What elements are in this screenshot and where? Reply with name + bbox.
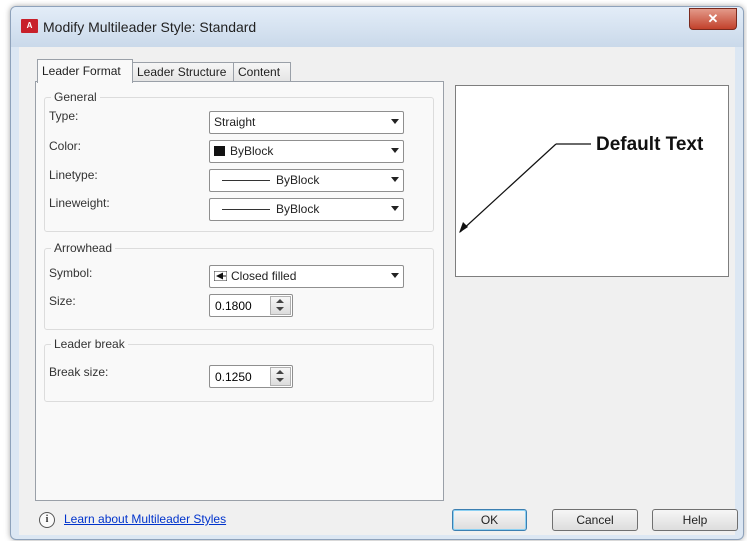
preview-default-text: Default Text [596,134,704,155]
size-label: Size: [49,294,76,308]
lineweight-value: ByBlock [276,202,320,216]
break-size-spinner-buttons[interactable] [270,367,291,386]
type-value: Straight [214,115,256,129]
tab-leader-structure[interactable]: Leader Structure [132,62,234,82]
chevron-down-icon [391,206,399,211]
title-bar[interactable]: A Modify Multileader Style: Standard ✕ [11,7,743,47]
spinner-down-icon[interactable] [276,378,284,382]
close-button[interactable]: ✕ [689,8,737,30]
tab-leader-format[interactable]: Leader Format [37,59,133,83]
type-label: Type: [49,109,79,123]
general-group-title: General [51,90,100,104]
linetype-label: Linetype: [49,168,98,182]
size-input[interactable] [213,297,269,314]
leader-format-panel: General Type: Straight Color: ByBlock Li… [35,81,444,501]
symbol-label: Symbol: [49,266,93,280]
general-group: General Type: Straight Color: ByBlock Li… [44,90,434,232]
arrowhead-group-title: Arrowhead [51,241,116,255]
size-spinner-buttons[interactable] [270,296,291,315]
leader-break-group-title: Leader break [51,337,128,351]
ok-button[interactable]: OK [452,509,527,531]
spinner-down-icon[interactable] [276,307,284,311]
leader-break-group: Leader break Break size: [44,337,434,402]
chevron-down-icon [391,273,399,278]
spinner-up-icon[interactable] [276,299,284,303]
learn-about-link[interactable]: Learn about Multileader Styles [64,512,226,526]
arrowhead-group: Arrowhead Symbol: Closed filled Size: [44,241,434,330]
break-size-input[interactable] [213,368,269,385]
tab-content[interactable]: Content [233,62,291,82]
line-sample-icon [222,209,270,210]
spinner-up-icon[interactable] [276,370,284,374]
size-spinner[interactable] [209,294,293,317]
preview-pane: Default Text [455,85,729,277]
break-size-spinner[interactable] [209,365,293,388]
color-label: Color: [49,139,82,153]
type-dropdown[interactable]: Straight [209,111,404,134]
color-value: ByBlock [230,144,274,158]
color-swatch-icon [214,146,225,156]
cancel-button[interactable]: Cancel [552,509,638,531]
dialog-body: Leader Format Leader Structure Content G… [19,47,738,535]
dialog-window: A Modify Multileader Style: Standard ✕ L… [10,6,744,540]
leader-arrowhead-icon [459,222,468,233]
leader-preview-drawing [459,143,591,233]
chevron-down-icon [391,148,399,153]
chevron-down-icon [391,177,399,182]
color-dropdown[interactable]: ByBlock [209,140,404,163]
dialog-title: Modify Multileader Style: Standard [43,19,257,35]
linetype-dropdown[interactable]: ByBlock [209,169,404,192]
symbol-value: Closed filled [231,269,297,283]
lineweight-dropdown[interactable]: ByBlock [209,198,404,221]
chevron-down-icon [391,119,399,124]
closed-filled-arrow-icon [214,271,227,281]
leader-line [459,143,557,233]
info-icon: i [39,512,55,528]
line-sample-icon [222,180,270,181]
break-size-label: Break size: [49,365,109,379]
help-button[interactable]: Help [652,509,738,531]
linetype-value: ByBlock [276,173,320,187]
lineweight-label: Lineweight: [49,196,110,210]
symbol-dropdown[interactable]: Closed filled [209,265,404,288]
autocad-app-icon: A [21,19,38,33]
